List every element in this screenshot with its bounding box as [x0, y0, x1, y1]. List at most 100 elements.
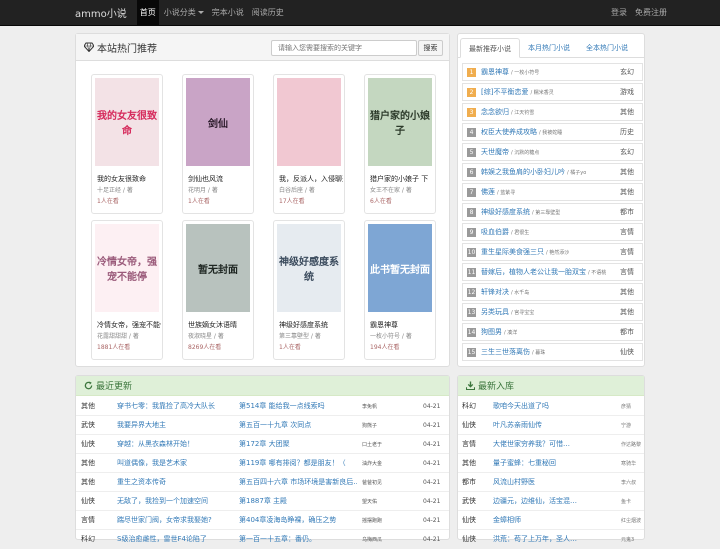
ranking-item[interactable]: 3 念念欲归 / 江天钓雪 其他	[462, 103, 643, 121]
new-book-link[interactable]: 金蟑相师	[493, 515, 605, 525]
ranking-item[interactable]: 12 轩锋对决 / 水千岛 其他	[462, 283, 643, 301]
new-book-link[interactable]: 叶凡苏亲雨仙传	[493, 420, 605, 430]
rank-author: / 不语桃	[588, 269, 607, 276]
book-readers: 1人在看	[188, 198, 210, 205]
nav-completed-novels[interactable]: 完本小说	[209, 0, 247, 26]
rank-title[interactable]: 霸恩神尊	[481, 67, 509, 77]
new-book-link[interactable]: 大佬世家穷养我？可惜…	[493, 439, 605, 449]
update-author: 口土老于	[362, 441, 383, 448]
update-book-link[interactable]: S级治愈雌性，雷世F4论陷了	[117, 534, 232, 544]
new-book-link[interactable]: 歌咱今天出道了吗	[493, 401, 605, 411]
update-chapter-link[interactable]: 第五百一十九章 次同点	[239, 420, 357, 430]
rank-number: 15	[467, 347, 476, 357]
ranking-item[interactable]: 4 权臣大使养成攻略 / 我被蛇睡 历史	[462, 123, 643, 141]
update-book-link[interactable]: 无敌了，我捡到一个加速空间	[117, 496, 232, 506]
ranking-item[interactable]: 8 神级好感度系统 / 第三靠壁型 都市	[462, 203, 643, 221]
tab-complete-hot[interactable]: 全本热门小说	[578, 38, 636, 58]
book-card[interactable]: 我的女友很致命 我的女友很致命 十足正经 / 著 1人在看	[91, 74, 163, 214]
rank-title[interactable]: 替嫁后，植物人老公让我一胎双宝	[481, 267, 586, 277]
update-chapter-link[interactable]: 第1887章 主殿	[239, 496, 357, 506]
register-link[interactable]: 免费注册	[632, 0, 670, 26]
rank-title[interactable]: 神级好感度系统	[481, 207, 530, 217]
book-title[interactable]: 霸恩神尊	[370, 320, 434, 330]
book-cover[interactable]: 暂无封面	[186, 224, 250, 312]
rank-title[interactable]: [综]不平衡恋爱	[481, 87, 528, 97]
rank-title[interactable]: 吸血伯爵	[481, 227, 509, 237]
new-book-link[interactable]: 洪荒：苟了上万年，圣人…	[493, 534, 605, 544]
ranking-item[interactable]: 14 狗图男 / 凑洋 都市	[462, 323, 643, 341]
rank-title[interactable]: 韩娱之我鱼肩的小卧妇儿吟	[481, 167, 565, 177]
update-chapter-link[interactable]: 第119章 哪有排阅？都是朋友！（	[239, 458, 357, 468]
ranking-item[interactable]: 11 替嫁后，植物人老公让我一胎双宝 / 不语桃 言情	[462, 263, 643, 281]
rank-title[interactable]: 念念欲归	[481, 107, 509, 117]
update-chapter-link[interactable]: 第514章 能给我一点线索吗	[239, 401, 357, 411]
brand-logo-link[interactable]: ammo小说	[75, 5, 127, 20]
search-input[interactable]	[271, 40, 417, 56]
book-cover[interactable]: 冷情女帝，强宠不能停	[95, 224, 159, 312]
rank-title[interactable]: 狗图男	[481, 327, 502, 337]
ranking-item[interactable]: 13 另类玩具 / 宫寻宝宝 其他	[462, 303, 643, 321]
rank-title[interactable]: 轩锋对决	[481, 287, 509, 297]
book-title[interactable]: 世族嫡女沐语晴	[188, 320, 252, 330]
rank-title[interactable]: 佛莲	[481, 187, 495, 197]
book-cover[interactable]: 此书暂无封面	[368, 224, 432, 312]
update-book-link[interactable]: 重生之资本传奇	[117, 477, 232, 487]
book-title[interactable]: 猎户家的小娘子 下	[370, 174, 434, 184]
nav-home[interactable]: 首页	[136, 0, 159, 26]
book-card[interactable]: 此书暂无封面 霸恩神尊 一枚小符号 / 著 194人在看	[364, 220, 436, 360]
update-book-link[interactable]: 穿书七零：我靠捡了高冷大队长	[117, 401, 232, 411]
nav-reading-history[interactable]: 阅读历史	[249, 0, 287, 26]
ranking-item[interactable]: 15 三生三世落离伤 / 暮珠 仙侠	[462, 343, 643, 361]
book-card[interactable]: 剑仙 剑仙也风流 花明月 / 著 1人在看	[182, 74, 254, 214]
tab-latest-recommend[interactable]: 最新推荐小说	[460, 38, 520, 58]
update-chapter-link[interactable]: 第五百四十六章 市场环境是害新良后…	[239, 477, 357, 487]
new-book-link[interactable]: 边疆元，边维仙，活宝混…	[493, 496, 605, 506]
book-readers: 194人在看	[370, 344, 400, 351]
update-chapter-link[interactable]: 第一百一十五章：番仍。	[239, 534, 357, 544]
new-book-link[interactable]: 量子蜜蜂：七重秘回	[493, 458, 605, 468]
rank-title[interactable]: 三生三世落离伤	[481, 347, 530, 357]
update-date: 04-21	[423, 535, 441, 543]
ranking-item[interactable]: 7 佛莲 / 蓝紫寻 其他	[462, 183, 643, 201]
ranking-item[interactable]: 1 霸恩神尊 / 一枚小符号 玄幻	[462, 63, 643, 81]
login-link[interactable]: 登录	[608, 0, 630, 26]
rank-title[interactable]: 权臣大使养成攻略	[481, 127, 537, 137]
update-book-link[interactable]: 穿越：从黑衣森林开始！	[117, 439, 232, 449]
update-chapter-link[interactable]: 第404章凌海岛睁裸，确压之势	[239, 515, 357, 525]
book-cover[interactable]: 剑仙	[186, 78, 250, 166]
book-card[interactable]: 冷情女帝，强宠不能停 冷情女帝，强宠不能停 花露甜甜甜 / 著 1881人在看	[91, 220, 163, 360]
new-book-link[interactable]: 风流山村野医	[493, 477, 605, 487]
update-book-link[interactable]: 我要异界大地主	[117, 420, 232, 430]
ranking-item[interactable]: 9 吸血伯爵 / 君很生 言情	[462, 223, 643, 241]
nav-categories-dropdown[interactable]: 小说分类	[161, 0, 207, 26]
book-card[interactable]: 神级好感度系统 神级好感度系统 第三靠壁型 / 著 1人在看	[273, 220, 345, 360]
book-card[interactable]: 猎户家的小娘子 猎户家的小娘子 下女王不在家 / 著 6人在看	[364, 74, 436, 214]
book-cover[interactable]: 神级好感度系统	[277, 224, 341, 312]
book-cover[interactable]: 我的女友很致命	[95, 78, 159, 166]
update-book-link[interactable]: 叫道偶像，我是艺术家	[117, 458, 232, 468]
book-title[interactable]: 剑仙也风流	[188, 174, 252, 184]
book-title[interactable]: 我，反派人，入侵聊天	[279, 174, 343, 184]
search-button[interactable]: 搜索	[418, 40, 443, 56]
book-cover[interactable]	[277, 78, 341, 166]
update-row: 其他 重生之资本传奇 第五百四十六章 市场环境是害新良后… 爸爸初见 04-21	[76, 473, 449, 492]
ranking-item[interactable]: 5 天世魔帝 / 沉默的糖点 玄幻	[462, 143, 643, 161]
ranking-item[interactable]: 10 重生星际美食强三只 / 艳然添沙 言情	[462, 243, 643, 261]
rank-title[interactable]: 另类玩具	[481, 307, 509, 317]
book-title[interactable]: 神级好感度系统	[279, 320, 343, 330]
update-book-link[interactable]: 踹尽世家门阀，女帝求我娶她?	[117, 515, 232, 525]
book-card[interactable]: 暂无封面 世族嫡女沐语晴 夜淑晓星 / 著 8269人在看	[182, 220, 254, 360]
ranking-item[interactable]: 6 韩娱之我鱼肩的小卧妇儿吟 / 橘子yo 其他	[462, 163, 643, 181]
tab-monthly-hot[interactable]: 本月热门小说	[520, 38, 578, 58]
book-title[interactable]: 我的女友很致命	[97, 174, 161, 184]
book-cover[interactable]: 猎户家的小娘子	[368, 78, 432, 166]
update-chapter-link[interactable]: 第172章 大团聚	[239, 439, 357, 449]
ranking-item[interactable]: 2 [综]不平衡恋爱 / 糯米香灵 游戏	[462, 83, 643, 101]
rank-title[interactable]: 天世魔帝	[481, 147, 509, 157]
book-card[interactable]: 我，反派人，入侵聊天 白谷后座 / 著 17人在看	[273, 74, 345, 214]
book-readers: 1881人在看	[97, 344, 131, 351]
update-category: 武侠	[81, 421, 95, 429]
rank-author: / 艳然添沙	[546, 249, 570, 256]
book-title[interactable]: 冷情女帝，强宠不能停	[97, 320, 161, 330]
rank-title[interactable]: 重生星际美食强三只	[481, 247, 544, 257]
